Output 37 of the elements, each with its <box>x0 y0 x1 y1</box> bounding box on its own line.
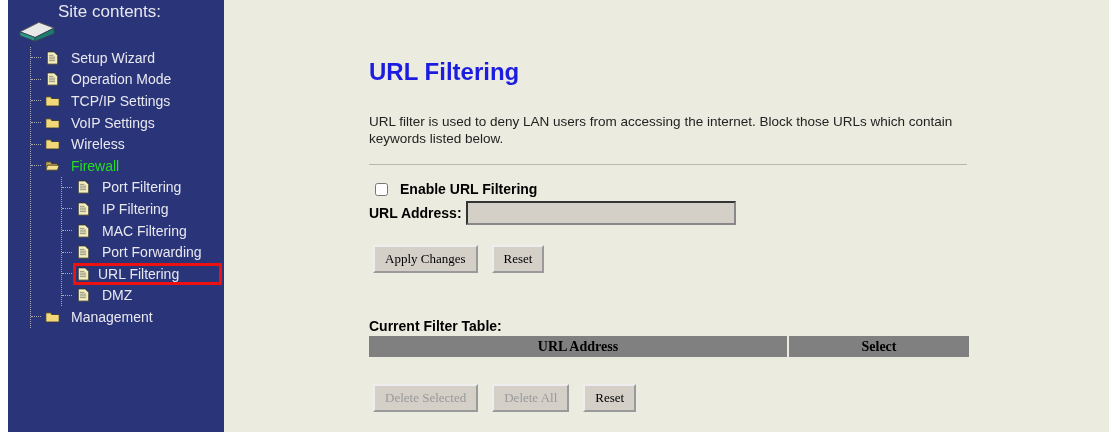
checkbox-label: Enable URL Filtering <box>400 181 538 197</box>
document-icon <box>76 288 91 303</box>
nav-link[interactable]: Management <box>66 305 158 328</box>
document-icon <box>76 223 91 238</box>
table-button[interactable]: Reset <box>583 384 637 412</box>
description: URL filter is used to deny LAN users from accessing the internet. Block those URLs which contain keywords listed below. <box>369 113 954 147</box>
nav-link[interactable]: DMZ <box>97 284 138 307</box>
form-button[interactable]: Reset <box>491 245 545 273</box>
nav-link[interactable]: Wireless <box>66 133 130 156</box>
document-icon <box>76 201 91 216</box>
nav-link[interactable]: Setup Wizard <box>66 46 161 69</box>
table-title: Current Filter Table: <box>369 318 503 334</box>
folder-icon <box>45 137 60 152</box>
nav-link[interactable]: TCP/IP Settings <box>66 90 176 112</box>
field-label: URL Address: <box>369 205 462 221</box>
folder-icon <box>45 115 60 130</box>
nav-link[interactable]: MAC Filtering <box>97 219 192 242</box>
folder-icon <box>45 94 60 108</box>
nav-link[interactable]: Firewall <box>66 154 125 177</box>
nav-link[interactable]: IP Filtering <box>97 197 174 220</box>
column-header: Select <box>789 336 969 357</box>
nav-link[interactable]: Operation Mode <box>66 68 177 91</box>
nav-link[interactable]: VoIP Settings <box>66 111 160 134</box>
sidebar-title: Site contents: <box>58 2 161 22</box>
page-title: URL Filtering <box>369 58 521 86</box>
column-header: URL Address <box>369 336 787 357</box>
nav-link[interactable]: Port Forwarding <box>97 241 207 264</box>
folder-icon <box>45 309 60 324</box>
document-icon <box>76 180 91 195</box>
document-icon <box>76 245 91 260</box>
nav-link[interactable]: Port Filtering <box>97 176 187 199</box>
document-icon <box>45 72 60 87</box>
checkbox[interactable] <box>375 182 388 196</box>
form-button[interactable]: Apply Changes <box>373 245 478 273</box>
document-icon <box>76 266 91 281</box>
document-icon <box>45 50 60 65</box>
nav-link[interactable]: URL Filtering <box>73 262 223 285</box>
